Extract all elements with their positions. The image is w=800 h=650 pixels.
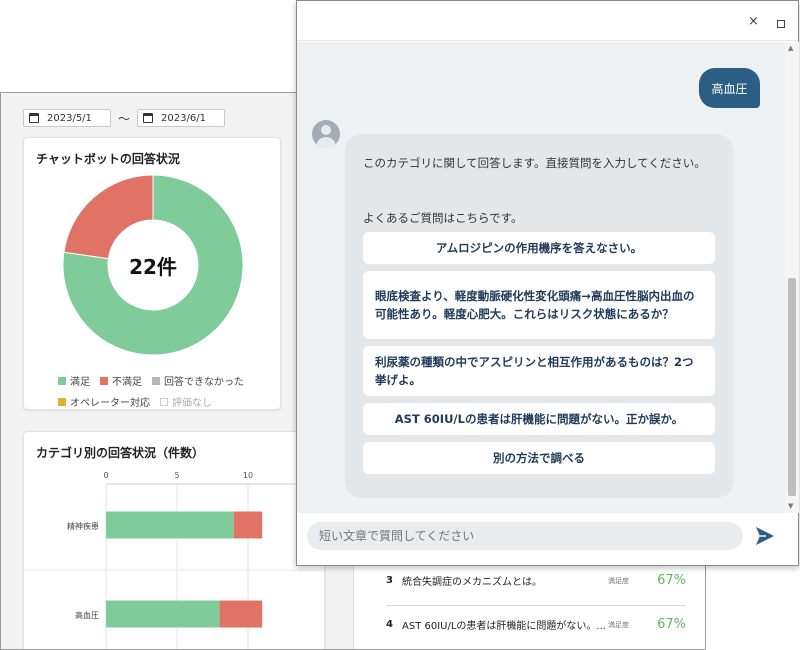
legend-label: 回答できなかった — [164, 377, 244, 388]
category-label: 精神疾患 — [67, 521, 99, 531]
x-tick-label: 5 — [174, 471, 179, 480]
category-status-card: 0 5 10 精神疾患高血圧 カテゴリ別の回答状況（件数） — [23, 431, 326, 649]
bot-intro-text: このカテゴリに関して回答します。直接質問を入力してください。 — [363, 156, 706, 170]
date-from-value: 2023/5/1 — [47, 112, 92, 124]
list-item[interactable]: 3 統合失調症のメカニズムとは。 満足度 67% — [386, 561, 686, 599]
chat-header: × — [297, 1, 798, 41]
date-from-field[interactable]: 2023/5/1 — [23, 109, 111, 127]
other-method-button[interactable]: 別の方法で調べる — [363, 442, 715, 474]
scroll-down-icon[interactable]: ▼ — [788, 502, 793, 510]
legend-swatch — [152, 376, 160, 385]
legend-swatch — [100, 376, 108, 385]
close-icon[interactable]: × — [748, 15, 759, 28]
legend-item: 回答できなかった — [152, 373, 244, 388]
faq-option-button[interactable]: 眼底検査より、軽度動脈硬化性変化頭痛→高血圧性脳内出血の可能性あり。軽度心肥大。… — [363, 271, 715, 339]
bar-segment-不満足 — [233, 511, 263, 539]
x-tick-label: 0 — [103, 471, 108, 480]
chat-scrollbar[interactable]: ▲ ▼ — [785, 42, 799, 513]
category-bar-chart: 0 5 10 精神疾患高血圧 — [24, 471, 326, 649]
scroll-up-icon[interactable]: ▲ — [788, 44, 793, 52]
faq-option-button[interactable]: AST 60IU/Lの患者は肝機能に問題がない。正か誤か。 — [363, 403, 715, 435]
bot-avatar — [312, 120, 340, 148]
maximize-icon[interactable] — [777, 20, 785, 28]
calendar-icon — [143, 113, 154, 123]
chat-input[interactable] — [307, 522, 743, 550]
faq-option-button[interactable]: 利尿薬の種類の中でアスピリンと相互作用があるものは？2つ挙げよ。 — [363, 346, 715, 396]
row-question: AST 60IU/Lの患者は肝機能に問題がない。... — [402, 621, 606, 632]
legend-swatch — [58, 397, 66, 406]
legend-label: 不満足 — [112, 377, 142, 388]
x-tick-label: 10 — [243, 471, 253, 480]
date-range: 2023/5/1 〜 2023/6/1 — [23, 109, 226, 127]
chat-messages: 高血圧 このカテゴリに関して回答します。直接質問を入力してください。 よくあるご… — [297, 42, 785, 513]
bot-message: このカテゴリに関して回答します。直接質問を入力してください。 よくあるご質問はこ… — [345, 134, 733, 498]
donut-total-label: 22件 — [129, 254, 177, 279]
legend-item: オペレーター対応 — [58, 394, 150, 409]
date-separator: 〜 — [118, 111, 131, 126]
avatar-head-shape — [321, 125, 331, 135]
category-label: 高血圧 — [75, 610, 99, 620]
calendar-icon — [29, 113, 39, 123]
chatbot-window: × 高血圧 このカテゴリに関して回答します。直接質問を入力してください。 よくあ… — [296, 0, 799, 566]
legend-item: 評価なし — [160, 394, 212, 409]
date-to-value: 2023/6/1 — [161, 112, 206, 124]
scroll-thumb[interactable] — [788, 278, 796, 496]
legend-label: 満足 — [70, 377, 90, 388]
avatar-body-shape — [316, 137, 336, 148]
legend-swatch — [58, 376, 66, 385]
row-number: 3 — [386, 575, 393, 586]
row-percent: 67% — [657, 573, 686, 588]
legend-label: オペレーター対応 — [70, 398, 150, 409]
row-tag: 満足度 — [608, 576, 629, 585]
send-icon[interactable] — [754, 525, 776, 547]
bar-segment-満足 — [106, 600, 220, 628]
legend-swatch — [160, 397, 168, 406]
category-status-title: カテゴリ別の回答状況（件数） — [36, 446, 205, 460]
bar-segment-不満足 — [219, 600, 263, 628]
user-message: 高血圧 — [699, 68, 760, 108]
donut-legend: 満足 不満足 回答できなかったオペレーター対応 評価なし — [58, 373, 278, 409]
row-number: 4 — [386, 619, 393, 630]
answer-status-card: チャットボットの回答状況 22件 満足 不満足 回答できなかったオペレーター対応 評価… — [23, 137, 281, 410]
legend-item: 満足 — [58, 373, 90, 388]
row-question: 統合失調症のメカニズムとは。 — [402, 577, 542, 588]
row-percent: 67% — [657, 617, 686, 632]
bot-faq-header: よくあるご質問はこちらです。 — [363, 211, 523, 225]
legend-item: 不満足 — [100, 373, 142, 388]
legend-label: 評価なし — [172, 398, 212, 409]
row-tag: 満足度 — [608, 620, 629, 629]
faq-option-button[interactable]: アムロジピンの作用機序を答えなさい。 — [363, 232, 715, 264]
date-to-field[interactable]: 2023/6/1 — [137, 109, 226, 127]
bar-segment-満足 — [106, 511, 234, 539]
list-item[interactable]: 4 AST 60IU/Lの患者は肝機能に問題がない。... 満足度 67% — [386, 605, 686, 643]
answer-status-title: チャットボットの回答状況 — [36, 152, 180, 166]
